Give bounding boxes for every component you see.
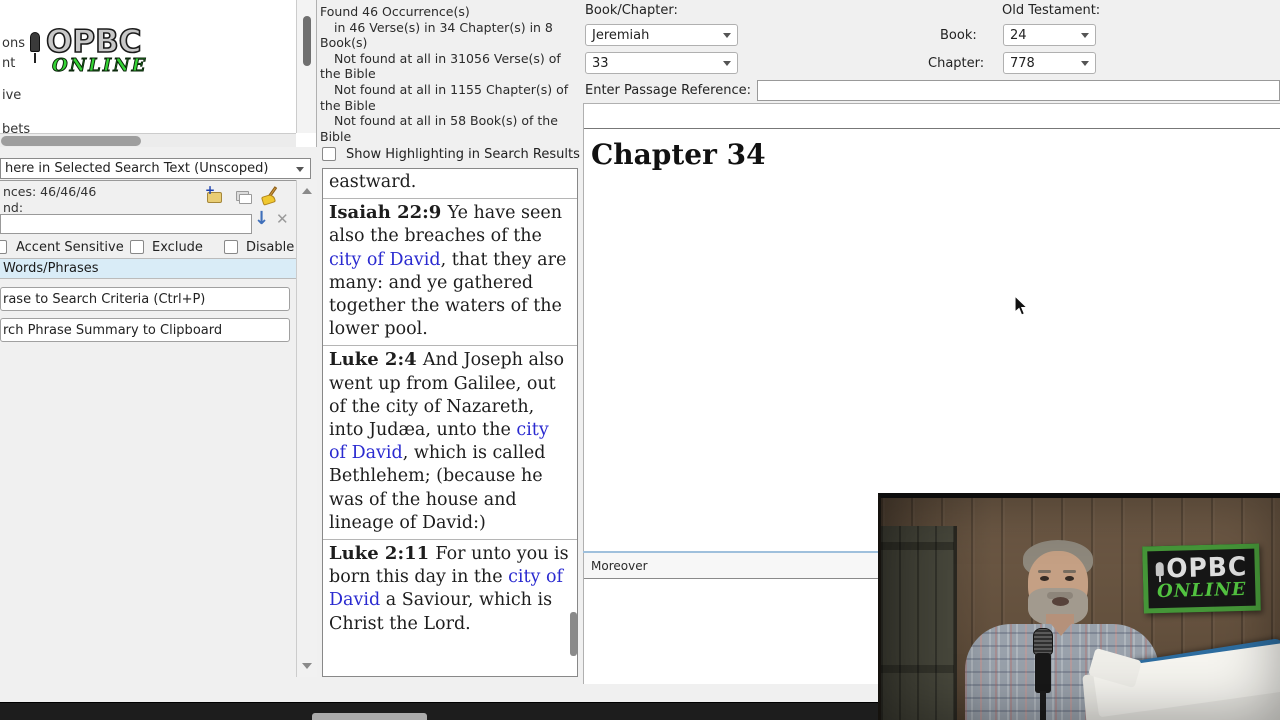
microphone-icon [30, 32, 40, 63]
vertical-scrollbar[interactable] [296, 0, 316, 133]
left-navigation-panel: ons nt ive bets OPBC ONLINE [0, 0, 317, 147]
result-line: Not found at all in 1155 Chapter(s) of t… [320, 81, 569, 113]
horizontal-scrollbar[interactable] [0, 133, 296, 147]
passage-reference-input[interactable] [757, 80, 1280, 101]
ot-chapter-label: Chapter: [928, 56, 985, 71]
move-down-arrow-icon[interactable]: ↓ [254, 208, 269, 229]
exclude-checkbox[interactable] [130, 240, 144, 254]
book-select-value: Jeremiah [592, 28, 650, 43]
chapter-select[interactable]: 33 [585, 52, 738, 74]
bible-text-panel: Chapter 34 [583, 103, 1280, 553]
ot-book-select[interactable]: 24 [1003, 24, 1096, 46]
scroll-up-icon[interactable] [302, 188, 312, 194]
search-results-summary: Found 46 Occurrence(s) in 46 Verse(s) in… [320, 4, 578, 144]
show-highlighting-label: Show Highlighting in Search Results [346, 147, 580, 162]
search-scope-value: here in Selected Search Text (Unscoped) [5, 161, 269, 176]
clear-broom-icon[interactable] [260, 186, 280, 206]
search-term-highlight[interactable]: city of David [329, 250, 441, 270]
player-control-bar [0, 702, 881, 720]
webcam-video-overlay: OPBC ONLINE [878, 493, 1280, 720]
verse-result-item[interactable]: Isaiah 22:9 Ye have seen also the breach… [329, 199, 571, 345]
result-line: Not found at all in 31056 Verse(s) of th… [320, 50, 561, 82]
book-select[interactable]: Jeremiah [585, 24, 738, 46]
plus-glyph: + [205, 183, 216, 197]
chapter-select-value: 33 [592, 56, 609, 71]
show-highlighting-row: Show Highlighting in Search Results [322, 146, 580, 165]
remove-phrase-icon[interactable]: ✕ [276, 210, 289, 228]
search-scope-dropdown[interactable]: here in Selected Search Text (Unscoped) [0, 158, 311, 179]
chapter-divider [584, 128, 1280, 129]
mouse-cursor [1014, 295, 1029, 316]
chevron-down-icon [1081, 61, 1089, 66]
scroll-down-icon[interactable] [302, 663, 312, 669]
ot-book-label: Book: [940, 28, 977, 43]
video-vignette [881, 498, 1280, 720]
chevron-down-icon [723, 61, 731, 66]
chapter-heading: Chapter 34 [591, 138, 766, 171]
list-item-truncated[interactable]: nt [2, 56, 15, 71]
ot-chapter-value: 778 [1010, 56, 1035, 71]
copy-phrase-summary-button[interactable]: rch Phrase Summary to Clipboard [0, 318, 290, 342]
player-control-element [312, 713, 427, 720]
verse-list-scrollbar-thumb[interactable] [570, 612, 577, 656]
old-testament-label: Old Testament: [1002, 3, 1101, 18]
find-input[interactable] [0, 214, 252, 234]
accent-sensitive-label: Accent Sensitive [16, 240, 124, 255]
list-item-truncated[interactable]: ive [2, 88, 21, 103]
words-phrases-header: Words/Phrases [0, 258, 296, 279]
book-chapter-label: Book/Chapter: [585, 3, 678, 18]
search-verse-list: eastward. Isaiah 22:9 Ye have seen also … [322, 168, 578, 677]
verse-result-item[interactable]: eastward. [329, 169, 571, 198]
result-line: in 46 Verse(s) in 34 Chapter(s) in 8 Boo… [320, 19, 553, 51]
occurrences-count: nces: 46/46/46 [3, 184, 97, 199]
find-label: nd: [3, 200, 24, 215]
chevron-down-icon [723, 33, 731, 38]
verse-result-item[interactable]: Luke 2:4 And Joseph also went up from Ga… [329, 346, 571, 539]
chevron-down-icon [1081, 33, 1089, 38]
exclude-label: Exclude [152, 240, 203, 255]
opbc-online-logo: OPBC ONLINE [30, 23, 160, 86]
disable-checkbox[interactable] [224, 240, 238, 254]
logo-text-online: ONLINE [51, 55, 148, 77]
add-phrase-icon[interactable]: + [205, 183, 225, 206]
chevron-down-icon [296, 167, 304, 172]
criteria-scrollbar[interactable] [296, 180, 317, 677]
copy-icon[interactable] [233, 188, 253, 206]
result-line: Found 46 Occurrence(s) [320, 4, 470, 19]
sheet-shape [239, 194, 252, 204]
ot-book-value: 24 [1010, 28, 1027, 43]
ot-chapter-select[interactable]: 778 [1003, 52, 1096, 74]
scrollbar-thumb[interactable] [1, 136, 141, 146]
passage-reference-label: Enter Passage Reference: [585, 83, 751, 98]
scrollbar-thumb[interactable] [303, 16, 311, 66]
result-line: Not found at all in 58 Book(s) of the Bi… [320, 113, 558, 144]
verse-result-item[interactable]: Luke 2:11 For unto you is born this day … [329, 540, 571, 640]
accent-sensitive-checkbox[interactable] [0, 240, 7, 254]
broom-head [260, 193, 277, 206]
list-item-truncated[interactable]: ons [2, 36, 25, 51]
add-phrase-to-criteria-button[interactable]: rase to Search Criteria (Ctrl+P) [0, 287, 290, 311]
disable-label: Disable [246, 240, 295, 255]
show-highlighting-checkbox[interactable] [322, 147, 336, 161]
